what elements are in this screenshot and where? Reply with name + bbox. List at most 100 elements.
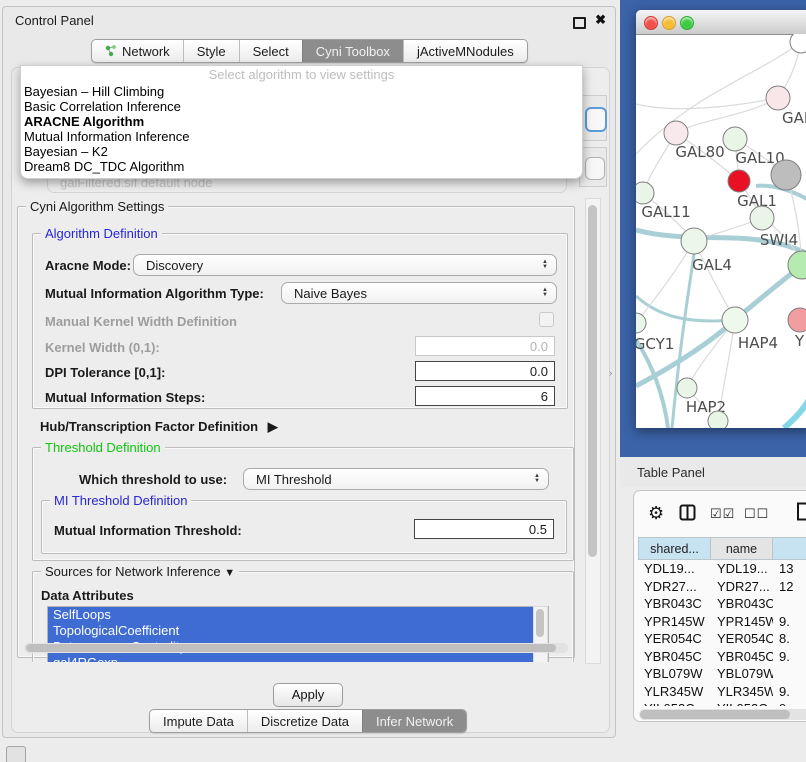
which-threshold-combo[interactable]: MI Threshold ▲▼ [243,468,549,490]
network-node-gal80[interactable] [664,121,688,145]
algorithm-option[interactable]: Bayesian – K2 [21,144,582,159]
network-node-gal1[interactable] [728,170,750,192]
collapse-down-triangle-icon[interactable]: ▼ [224,567,235,579]
table-row[interactable]: YIL052CYIL052C9 [638,700,806,706]
table-cell: YBR045C [711,648,773,666]
network-node-y[interactable] [788,308,806,332]
algorithm-option[interactable]: Bayesian – Hill Climbing [21,84,582,99]
table-row[interactable]: YBL079WYBL079W [638,665,806,683]
hub-tf-expander[interactable]: Hub/Transcription Factor Definition ▶ [40,419,278,435]
table-cell: 9. [773,613,806,631]
column-header-name[interactable]: name [711,537,773,560]
network-node-hap2[interactable] [677,378,697,398]
expand-right-triangle-icon[interactable]: ▶ [268,419,278,434]
tab-network[interactable]: Network [92,40,183,62]
tab-style[interactable]: Style [183,40,239,62]
stepper-arrows-icon: ▲▼ [542,288,548,298]
table-cell: YLR345W [711,683,773,701]
network-node[interactable] [708,411,728,428]
kernel-width-field[interactable]: 0.0 [415,336,555,356]
settings-vscrollbar[interactable] [585,198,601,664]
bottom-tab-discretize-data[interactable]: Discretize Data [247,710,362,732]
settings-hscrollbar[interactable] [24,643,568,653]
float-window-icon[interactable] [573,17,586,29]
table-row[interactable]: YBR045CYBR045C9. [638,648,806,666]
gear-icon[interactable]: ⚙ [648,503,664,524]
tab-label: Cyni Toolbox [316,44,390,59]
mi-steps-label: Mutual Information Steps: [45,390,205,405]
table-row[interactable]: YPR145WYPR145W9. [638,613,806,631]
table-cell: YER054C [711,630,773,648]
algorithm-option-list: Bayesian – Hill ClimbingBasic Correlatio… [21,84,582,174]
algorithm-option[interactable]: ARACNE Algorithm [21,114,582,129]
dpi-tolerance-field[interactable]: 0.0 [415,361,555,381]
minimize-traffic-light-icon[interactable] [662,16,676,30]
table-cell: 9. [773,683,806,701]
table-row[interactable]: YBR043CYBR043C [638,595,806,613]
close-icon[interactable]: ✖ [595,12,606,28]
network-node-hap4[interactable] [722,307,748,333]
network-node-gal11[interactable] [636,182,654,204]
bottom-tab-impute-data[interactable]: Impute Data [150,710,247,732]
algorithm-definition-title: Algorithm Definition [41,226,162,241]
network-node-gcy1[interactable] [636,313,646,333]
mi-threshold-field[interactable]: 0.5 [414,519,554,539]
table-hscrollbar[interactable] [639,709,806,720]
algorithm-option[interactable]: Basic Correlation Inference [21,99,582,114]
network-node-gal10[interactable] [723,127,747,151]
mi-steps-field[interactable]: 6 [415,386,555,406]
document-icon[interactable] [796,502,806,521]
data-attributes-list[interactable]: SelfLoopsTopologicalCoefficientBetweenne… [47,606,549,662]
manual-kernel-checkbox[interactable] [539,312,554,327]
column-header-shared...[interactable]: shared... [638,537,711,560]
table-row[interactable]: YDL19...YDL19...13 [638,560,806,578]
network-icon [105,45,117,57]
table-cell: YER054C [638,630,711,648]
close-traffic-light-icon[interactable] [644,16,658,30]
attribute-list-item[interactable]: gal4RGexp [48,655,548,662]
network-canvas[interactable]: GALGAL80GAL10GAL1GAL11SWI4GAL4GCY1HAP4YH… [636,34,806,428]
attribute-list-item[interactable]: TopologicalCoefficient [48,623,548,639]
column-header-cut[interactable] [773,537,806,560]
network-window-titlebar[interactable] [636,10,806,35]
split-pane-handle-icon[interactable]: › [609,368,612,379]
network-node-swi4[interactable] [750,206,774,230]
sources-title-text: Sources for Network Inference [45,564,221,579]
network-edge [784,394,806,428]
network-node-gal[interactable] [766,86,790,110]
table-cell: YBR045C [638,648,711,666]
attribute-list-vscrollbar[interactable] [533,606,548,662]
network-node-gal4[interactable] [681,228,707,254]
mi-type-label: Mutual Information Algorithm Type: [45,286,264,301]
tab-select[interactable]: Select [239,40,302,62]
bottom-tab-infer-network[interactable]: Infer Network [362,710,466,732]
split-columns-icon[interactable] [679,504,696,521]
control-panel-title: Control Panel [15,13,94,28]
table-panel-strip: Table Panel [620,457,806,487]
sources-title: Sources for Network Inference ▼ [41,564,239,581]
algorithm-option[interactable]: Mutual Information Inference [21,129,582,144]
tab-jactivemnodules[interactable]: jActiveMNodules [403,40,527,62]
network-node[interactable] [771,160,801,190]
aracne-mode-combo[interactable]: Discovery ▲▼ [133,254,557,276]
tab-cyni-toolbox[interactable]: Cyni Toolbox [302,40,403,62]
mi-type-combo[interactable]: Naive Bayes ▲▼ [281,282,557,304]
apply-button[interactable]: Apply [273,683,343,707]
algorithm-definition-group: Algorithm Definition Aracne Mode: Discov… [32,233,568,409]
table-row[interactable]: YLR345WYLR345W9. [638,683,806,701]
attribute-list-item[interactable]: SelfLoops [48,607,548,623]
settings-group: Cyni Algorithm Settings Algorithm Defini… [17,206,575,658]
table-row[interactable]: YER054CYER054C8. [638,630,806,648]
select-all-checked-icon[interactable]: ☑☑ [710,506,735,522]
deselect-all-unchecked-icon[interactable]: ☐☐ [744,506,769,522]
network-view-window: GALGAL80GAL10GAL1GAL11SWI4GAL4GCY1HAP4YH… [636,10,806,428]
algorithm-placeholder: Select algorithm to view settings [21,66,582,84]
collapsed-panel-button[interactable] [6,746,26,762]
table-header-row[interactable]: shared...name [638,537,806,560]
network-node[interactable] [790,34,806,53]
algorithm-option[interactable]: Dream8 DC_TDC Algorithm [21,159,582,174]
tab-label: Discretize Data [261,714,349,729]
table-row[interactable]: YDR27...YDR27...12 [638,578,806,596]
zoom-traffic-light-icon[interactable] [680,16,694,30]
threshold-definition-group: Threshold Definition Which threshold to … [32,447,574,561]
